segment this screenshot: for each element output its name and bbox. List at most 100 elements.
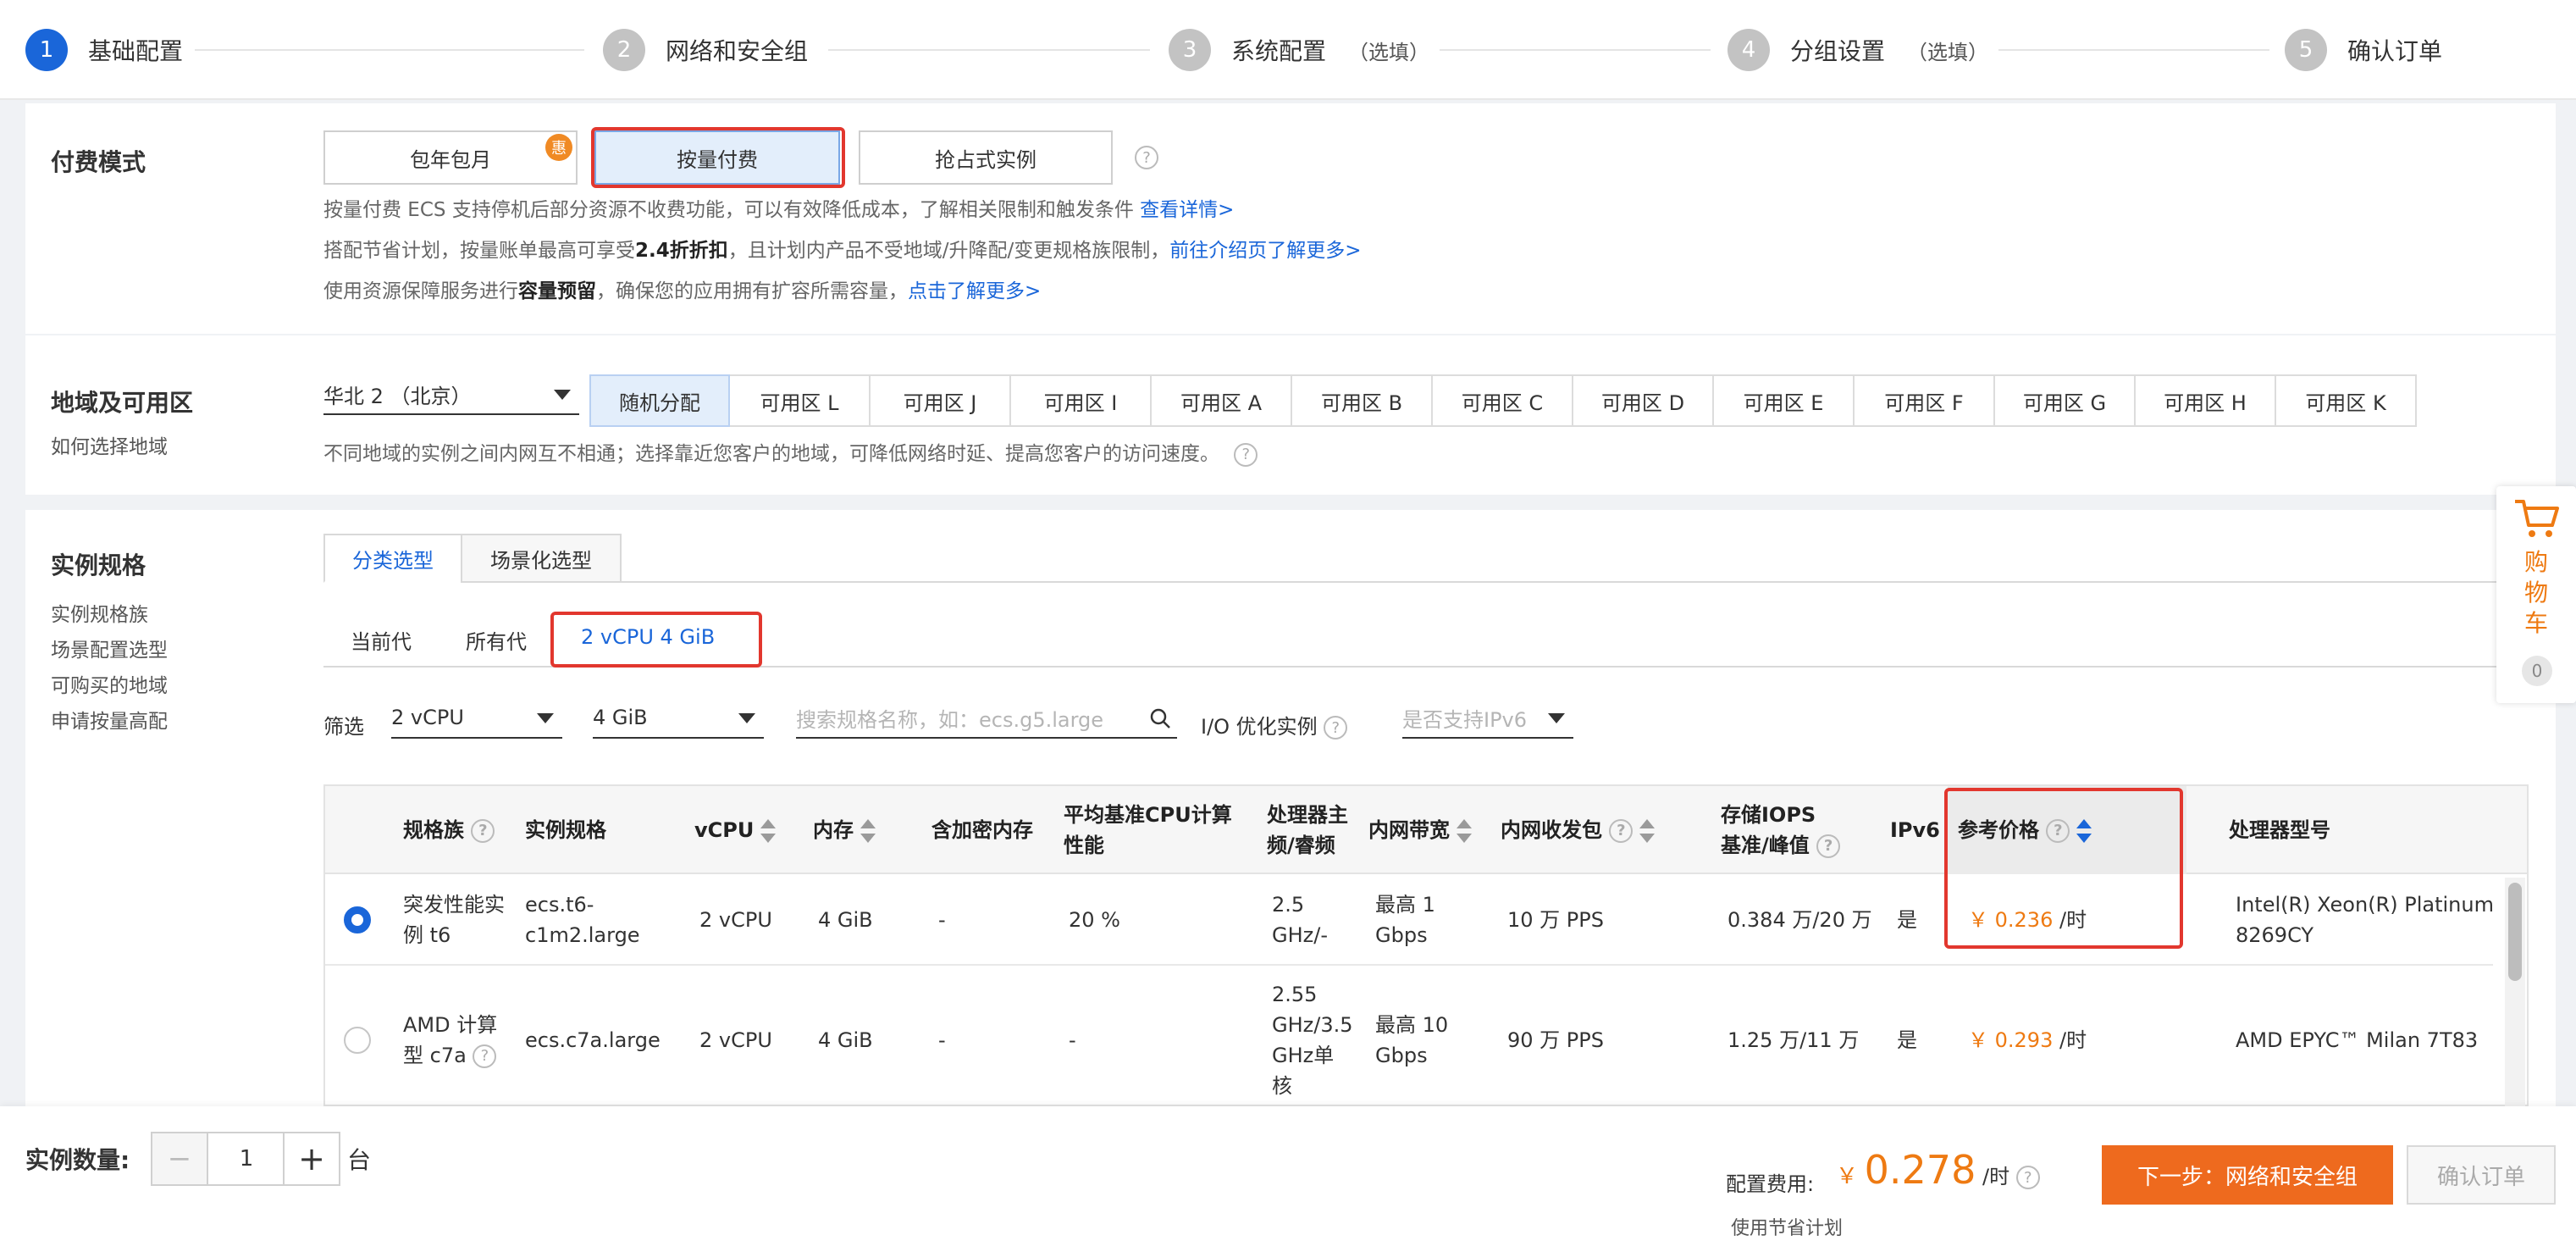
- table-scrollbar[interactable]: [2505, 878, 2525, 1106]
- zone-option[interactable]: 可用区 J: [871, 374, 1011, 427]
- zone-option[interactable]: 可用区 H: [2136, 374, 2276, 427]
- zone-option[interactable]: 随机分配: [589, 374, 730, 427]
- region-select[interactable]: 华北 2 （北京）: [323, 374, 579, 415]
- cell-line: GHz/-: [1272, 923, 1328, 947]
- step-number: 3: [1169, 29, 1211, 71]
- help-icon[interactable]: ?: [1816, 834, 1841, 858]
- memory-select[interactable]: 4 GiB: [593, 698, 764, 739]
- col-iops: 存储IOPS 基准/峰值 ?: [1721, 800, 1841, 861]
- note-text: 使用资源保障服务进行: [323, 280, 518, 302]
- cell-frequency: 2.5 GHz/-: [1272, 889, 1328, 950]
- zone-option[interactable]: 可用区 K: [2276, 374, 2417, 427]
- step-confirm[interactable]: 5 确认订单: [2285, 29, 2442, 71]
- vcpu-select[interactable]: 2 vCPU: [391, 698, 562, 739]
- row-radio[interactable]: [344, 1027, 371, 1054]
- cell-memory: 4 GiB: [818, 1028, 873, 1052]
- view-details-link[interactable]: 查看详情>: [1140, 199, 1234, 221]
- cart-widget[interactable]: 购物车 0: [2496, 486, 2576, 703]
- io-optimized-label: I/O 优化实例 ?: [1201, 710, 1348, 740]
- help-icon[interactable]: ?: [2015, 1166, 2040, 1189]
- learn-more-link[interactable]: 点击了解更多>: [908, 280, 1041, 302]
- step-connector: [1440, 49, 1711, 51]
- zone-option[interactable]: 可用区 B: [1292, 374, 1433, 427]
- note-text: ，且计划内产品不受地域/升降配/变更规格族限制，: [727, 240, 1170, 262]
- next-step-button[interactable]: 下一步：网络和安全组: [2102, 1145, 2393, 1205]
- cell-line: 突发性能实: [403, 893, 505, 917]
- sort-icon[interactable]: [1639, 819, 1656, 843]
- region-help-link[interactable]: 如何选择地域: [51, 430, 168, 459]
- zone-option[interactable]: 可用区 A: [1152, 374, 1292, 427]
- step-number: 2: [603, 29, 645, 71]
- header-label-line: 平均基准CPU计算: [1064, 803, 1232, 827]
- sort-icon[interactable]: [760, 819, 777, 843]
- cell-ipv6: 是: [1897, 908, 1917, 932]
- col-pps[interactable]: 内网收发包 ?: [1501, 815, 1656, 845]
- cart-label-char: 物: [2523, 579, 2548, 607]
- spec-side-link[interactable]: 实例规格族: [51, 598, 148, 627]
- cell-ipv6: 是: [1897, 1028, 1917, 1052]
- step-number: 5: [2285, 29, 2327, 71]
- header-label: vCPU: [694, 818, 755, 842]
- spec-side-link[interactable]: 场景配置选型: [51, 634, 168, 662]
- zone-option[interactable]: 可用区 D: [1573, 374, 1714, 427]
- decrement-button[interactable]: −: [152, 1133, 208, 1184]
- spec-side-link[interactable]: 申请按量高配: [51, 705, 168, 734]
- search-icon[interactable]: [1148, 706, 1172, 730]
- help-icon[interactable]: ?: [1609, 819, 1633, 843]
- help-icon[interactable]: ?: [1135, 146, 1158, 169]
- col-spec: 实例规格: [525, 818, 606, 842]
- zone-option[interactable]: 可用区 C: [1433, 374, 1573, 427]
- sort-icon[interactable]: [860, 819, 876, 843]
- quantity-input[interactable]: 1: [208, 1133, 285, 1184]
- step-group[interactable]: 4 分组设置 （选填）: [1727, 29, 1988, 71]
- chevron-down-icon: [537, 713, 554, 723]
- tab-category[interactable]: 分类选型: [323, 534, 462, 583]
- step-name: 基础配置: [88, 37, 184, 65]
- tab-scenario[interactable]: 场景化选型: [461, 534, 622, 583]
- row-radio[interactable]: [344, 906, 371, 933]
- billing-note-1: 按量付费 ECS 支持停机后部分资源不收费功能，可以有效降低成本，了解相关限制和…: [323, 193, 1234, 222]
- ipv6-select[interactable]: 是否支持IPv6: [1402, 698, 1573, 739]
- confirm-order-button[interactable]: 确认订单: [2407, 1145, 2556, 1205]
- step-basic[interactable]: 1 基础配置: [25, 29, 183, 71]
- sort-icon[interactable]: [1457, 819, 1472, 843]
- help-icon[interactable]: ?: [1324, 716, 1348, 740]
- cell-encrypted-memory: -: [938, 1028, 946, 1052]
- step-network[interactable]: 2 网络和安全组: [603, 29, 808, 71]
- spec-side-link[interactable]: 可购买的地域: [51, 669, 168, 698]
- zone-option[interactable]: 可用区 G: [1995, 374, 2136, 427]
- col-bandwidth[interactable]: 内网带宽: [1368, 815, 1472, 845]
- step-name: 网络和安全组: [666, 37, 809, 65]
- col-family[interactable]: 规格族 ?: [403, 815, 495, 845]
- note-emphasis: 容量预留: [518, 280, 596, 302]
- quantity-stepper[interactable]: − 1 +: [151, 1132, 340, 1186]
- help-icon[interactable]: ?: [1234, 442, 1258, 467]
- help-icon[interactable]: ?: [473, 1044, 497, 1068]
- header-label-line: 性能: [1064, 834, 1104, 857]
- billing-subscription-button[interactable]: 包年包月: [323, 130, 578, 185]
- billing-spot-button[interactable]: 抢占式实例: [859, 130, 1113, 185]
- help-icon[interactable]: ?: [471, 819, 495, 843]
- scrollbar-thumb[interactable]: [2508, 883, 2522, 981]
- increment-button[interactable]: +: [283, 1133, 339, 1184]
- zone-option[interactable]: 可用区 F: [1855, 374, 1995, 427]
- header-label: 内网收发包: [1501, 818, 1602, 842]
- subtab-all-gen[interactable]: 所有代: [466, 625, 527, 655]
- step-connector: [195, 49, 584, 51]
- billing-title: 付费模式: [51, 148, 146, 176]
- col-vcpu[interactable]: vCPU: [694, 815, 777, 845]
- step-system[interactable]: 3 系统配置 （选填）: [1169, 29, 1429, 71]
- zone-option[interactable]: 可用区 E: [1714, 374, 1855, 427]
- zone-option[interactable]: 可用区 I: [1011, 374, 1152, 427]
- spec-search-input[interactable]: 搜索规格名称，如：ecs.g5.large: [796, 698, 1177, 739]
- cell-encrypted-memory: -: [938, 908, 946, 932]
- learn-more-link[interactable]: 前往介绍页了解更多>: [1169, 240, 1361, 262]
- col-memory[interactable]: 内存: [813, 815, 876, 845]
- cell-memory: 4 GiB: [818, 908, 873, 932]
- cell-iops: 0.384 万/20 万: [1727, 908, 1872, 932]
- price-unit: /时: [2059, 1028, 2087, 1052]
- zone-option[interactable]: 可用区 L: [730, 374, 871, 427]
- billing-panel: 付费模式 包年包月 惠 按量付费 抢占式实例 ? 按量付费 ECS 支持停机后部…: [25, 103, 2556, 334]
- subtab-current-gen[interactable]: 当前代: [351, 625, 412, 655]
- region-note: 不同地域的实例之间内网互不相通；选择靠近您客户的地域，可降低网络时延、提高您客户…: [323, 437, 1258, 467]
